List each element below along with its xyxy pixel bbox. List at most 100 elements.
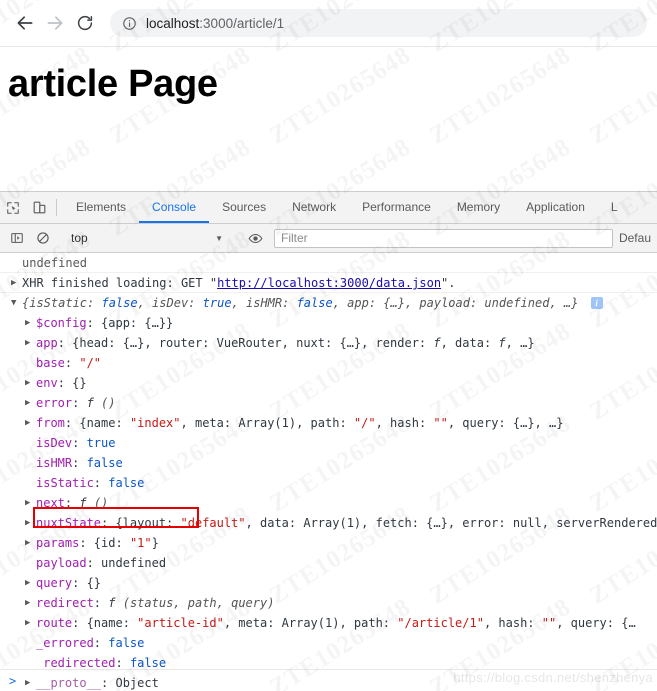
undefined-text: undefined — [22, 256, 88, 270]
console-row-params[interactable]: ▶ params: {id: "1"} — [0, 533, 657, 553]
property-name: from — [36, 416, 65, 430]
console-row-env[interactable]: ▶ env: {} — [0, 373, 657, 393]
property-name: redirect — [36, 596, 94, 610]
console-row-next[interactable]: ▶ next: f () — [0, 493, 657, 513]
property-value: false — [108, 636, 145, 650]
back-button[interactable] — [10, 8, 40, 38]
object-preview: {isStatic: false, isDev: true, isHMR: fa… — [22, 296, 579, 310]
console-row-object-header[interactable]: ▼ {isStatic: false, isDev: true, isHMR: … — [0, 293, 657, 313]
property-name: nuxtState — [36, 516, 102, 530]
expand-arrow-icon[interactable]: ▶ — [25, 573, 30, 593]
console-row-redirect[interactable]: ▶ redirect: f (status, path, query) — [0, 593, 657, 613]
tab-lighthouse[interactable]: L — [598, 192, 631, 223]
expand-arrow-icon[interactable]: ▶ — [25, 613, 30, 633]
log-levels-select[interactable]: Defau — [619, 231, 653, 245]
tab-network[interactable]: Network — [279, 192, 349, 223]
expand-arrow-icon[interactable]: ▶ — [25, 413, 30, 433]
property-name: app — [36, 336, 58, 350]
property-name: $config — [36, 316, 87, 330]
chevron-down-icon: ▼ — [215, 233, 223, 243]
property-name: query — [36, 576, 73, 590]
info-circle-icon[interactable] — [122, 16, 137, 31]
console-row-nuxtstate[interactable]: ▶ nuxtState: {layout: "default", data: A… — [0, 513, 657, 533]
console-row-error[interactable]: ▶ error: f () — [0, 393, 657, 413]
console-sidebar-icon[interactable] — [4, 231, 30, 245]
property-name: isStatic — [36, 476, 94, 490]
devices-icon — [33, 201, 45, 214]
devtools-tab-bar: Elements Console Sources Network Perform… — [0, 192, 657, 224]
filter-placeholder: Filter — [281, 231, 308, 245]
info-badge-icon[interactable]: i — [590, 297, 603, 309]
page-title: article Page — [8, 63, 218, 105]
tab-memory[interactable]: Memory — [444, 192, 513, 223]
arrow-right-icon — [47, 16, 63, 30]
property-name: env — [36, 376, 58, 390]
property-name: _redirected — [36, 656, 116, 670]
tab-sources[interactable]: Sources — [209, 192, 279, 223]
xhr-message: XHR finished loading: GET "http://localh… — [22, 276, 456, 290]
no-entry-icon — [37, 232, 49, 244]
xhr-url-link[interactable]: http://localhost:3000/data.json — [217, 276, 441, 290]
expand-arrow-icon[interactable]: ▶ — [25, 333, 30, 353]
expand-arrow-icon[interactable]: ▶ — [25, 593, 30, 613]
url-text: localhost:3000/article/1 — [146, 16, 284, 31]
url-host: localhost — [146, 15, 200, 31]
console-row-route[interactable]: ▶ route: {name: "article-id", meta: Arra… — [0, 613, 657, 633]
arrow-left-icon — [17, 16, 33, 30]
url-path: :3000/article/1 — [199, 15, 285, 31]
expand-arrow-icon[interactable]: ▶ — [11, 273, 16, 292]
property-name: isHMR — [36, 456, 73, 470]
property-name: params — [36, 536, 80, 550]
console-toolbar: top ▼ Filter Defau — [0, 224, 657, 253]
eye-icon — [248, 233, 262, 243]
prompt-symbol: > — [9, 674, 17, 688]
console-row-base: base: "/" — [36, 356, 102, 370]
property-name: route — [36, 616, 73, 630]
filter-input[interactable]: Filter — [274, 228, 613, 248]
property-value: "/" — [79, 356, 102, 370]
console-output[interactable]: undefined ▶ XHR finished loading: GET "h… — [0, 253, 657, 691]
console-row-isdev: isDev: true — [36, 436, 116, 450]
devtools-panel: Elements Console Sources Network Perform… — [0, 191, 657, 691]
live-expression-eye-icon[interactable] — [242, 231, 268, 246]
console-row-undefined: undefined — [0, 253, 657, 273]
params-id-value: "1" — [129, 536, 152, 550]
sidebar-icon — [11, 233, 23, 243]
tab-performance[interactable]: Performance — [349, 192, 444, 223]
console-row-config[interactable]: ▶ $config: {app: {…}} — [0, 313, 657, 333]
property-value: false — [108, 476, 145, 490]
expand-arrow-icon[interactable]: ▶ — [25, 533, 30, 553]
expand-arrow-icon[interactable]: ▶ — [25, 313, 30, 333]
console-row-isstatic: isStatic: false — [36, 476, 145, 490]
property-name: base — [36, 356, 65, 370]
console-row-xhr-1[interactable]: ▶ XHR finished loading: GET "http://loca… — [0, 273, 657, 293]
property-name: error — [36, 396, 73, 410]
console-row-payload: payload: undefined — [36, 556, 167, 570]
property-name: isDev — [36, 436, 73, 450]
property-name: payload — [36, 556, 87, 570]
address-bar[interactable]: localhost:3000/article/1 — [110, 9, 647, 37]
expand-arrow-icon[interactable]: ▶ — [25, 493, 30, 513]
console-row-ishmr: isHMR: false — [36, 456, 123, 470]
execution-context-select[interactable]: top ▼ — [71, 228, 231, 248]
console-row-from[interactable]: ▶ from: {name: "index", meta: Array(1), … — [0, 413, 657, 433]
clear-console-icon[interactable] — [30, 231, 56, 245]
console-row-app[interactable]: ▶ app: {head: {…}, router: VueRouter, nu… — [0, 333, 657, 353]
watermark-footer: https://blog.csdn.net/shenzhenya — [453, 670, 653, 685]
inspect-element-icon[interactable] — [0, 192, 26, 223]
forward-button[interactable] — [40, 8, 70, 38]
cursor-arrow-icon — [7, 201, 19, 214]
tab-elements[interactable]: Elements — [63, 192, 139, 223]
console-row-errored: _errored: false — [36, 636, 145, 650]
expand-arrow-icon[interactable]: ▶ — [25, 373, 30, 393]
device-toolbar-icon[interactable] — [26, 192, 52, 223]
expand-arrow-icon[interactable]: ▶ — [25, 393, 30, 413]
reload-button[interactable] — [70, 8, 100, 38]
reload-icon — [77, 15, 93, 31]
expand-arrow-icon[interactable]: ▶ — [25, 513, 30, 533]
collapse-arrow-icon[interactable]: ▼ — [11, 293, 16, 313]
console-row-query[interactable]: ▶ query: {} — [0, 573, 657, 593]
tab-application[interactable]: Application — [513, 192, 598, 223]
execution-context-value: top — [71, 231, 88, 245]
tab-console[interactable]: Console — [139, 192, 210, 223]
